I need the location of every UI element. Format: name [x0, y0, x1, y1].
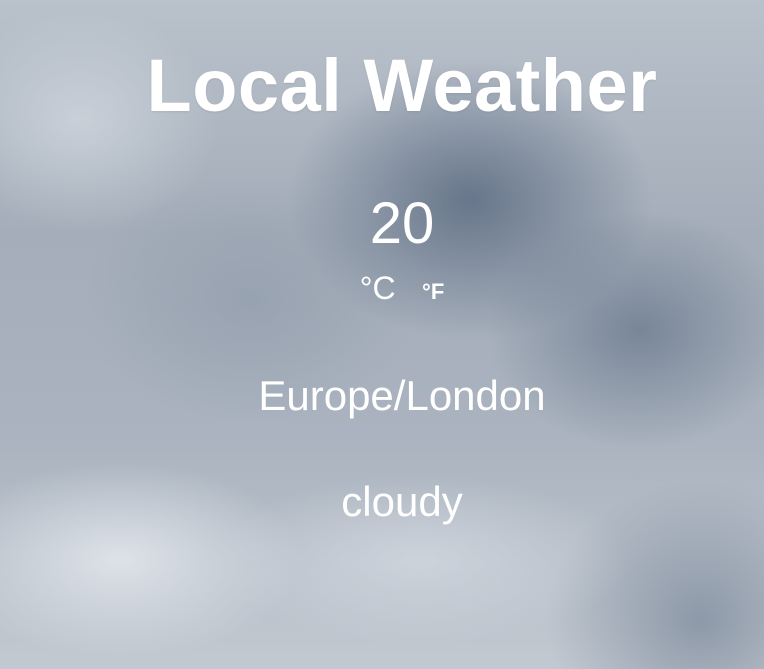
- fahrenheit-toggle[interactable]: °F: [422, 274, 444, 310]
- temperature-value: 20: [369, 191, 435, 256]
- location-label: Europe/London: [258, 372, 546, 419]
- unit-toggle: °C °F: [40, 270, 764, 313]
- weather-condition: cloudy: [341, 478, 463, 525]
- celsius-toggle[interactable]: °C: [360, 270, 396, 306]
- weather-app: Local Weather 20 °C °F Europe/London clo…: [0, 0, 764, 669]
- page-title: Local Weather: [146, 44, 658, 127]
